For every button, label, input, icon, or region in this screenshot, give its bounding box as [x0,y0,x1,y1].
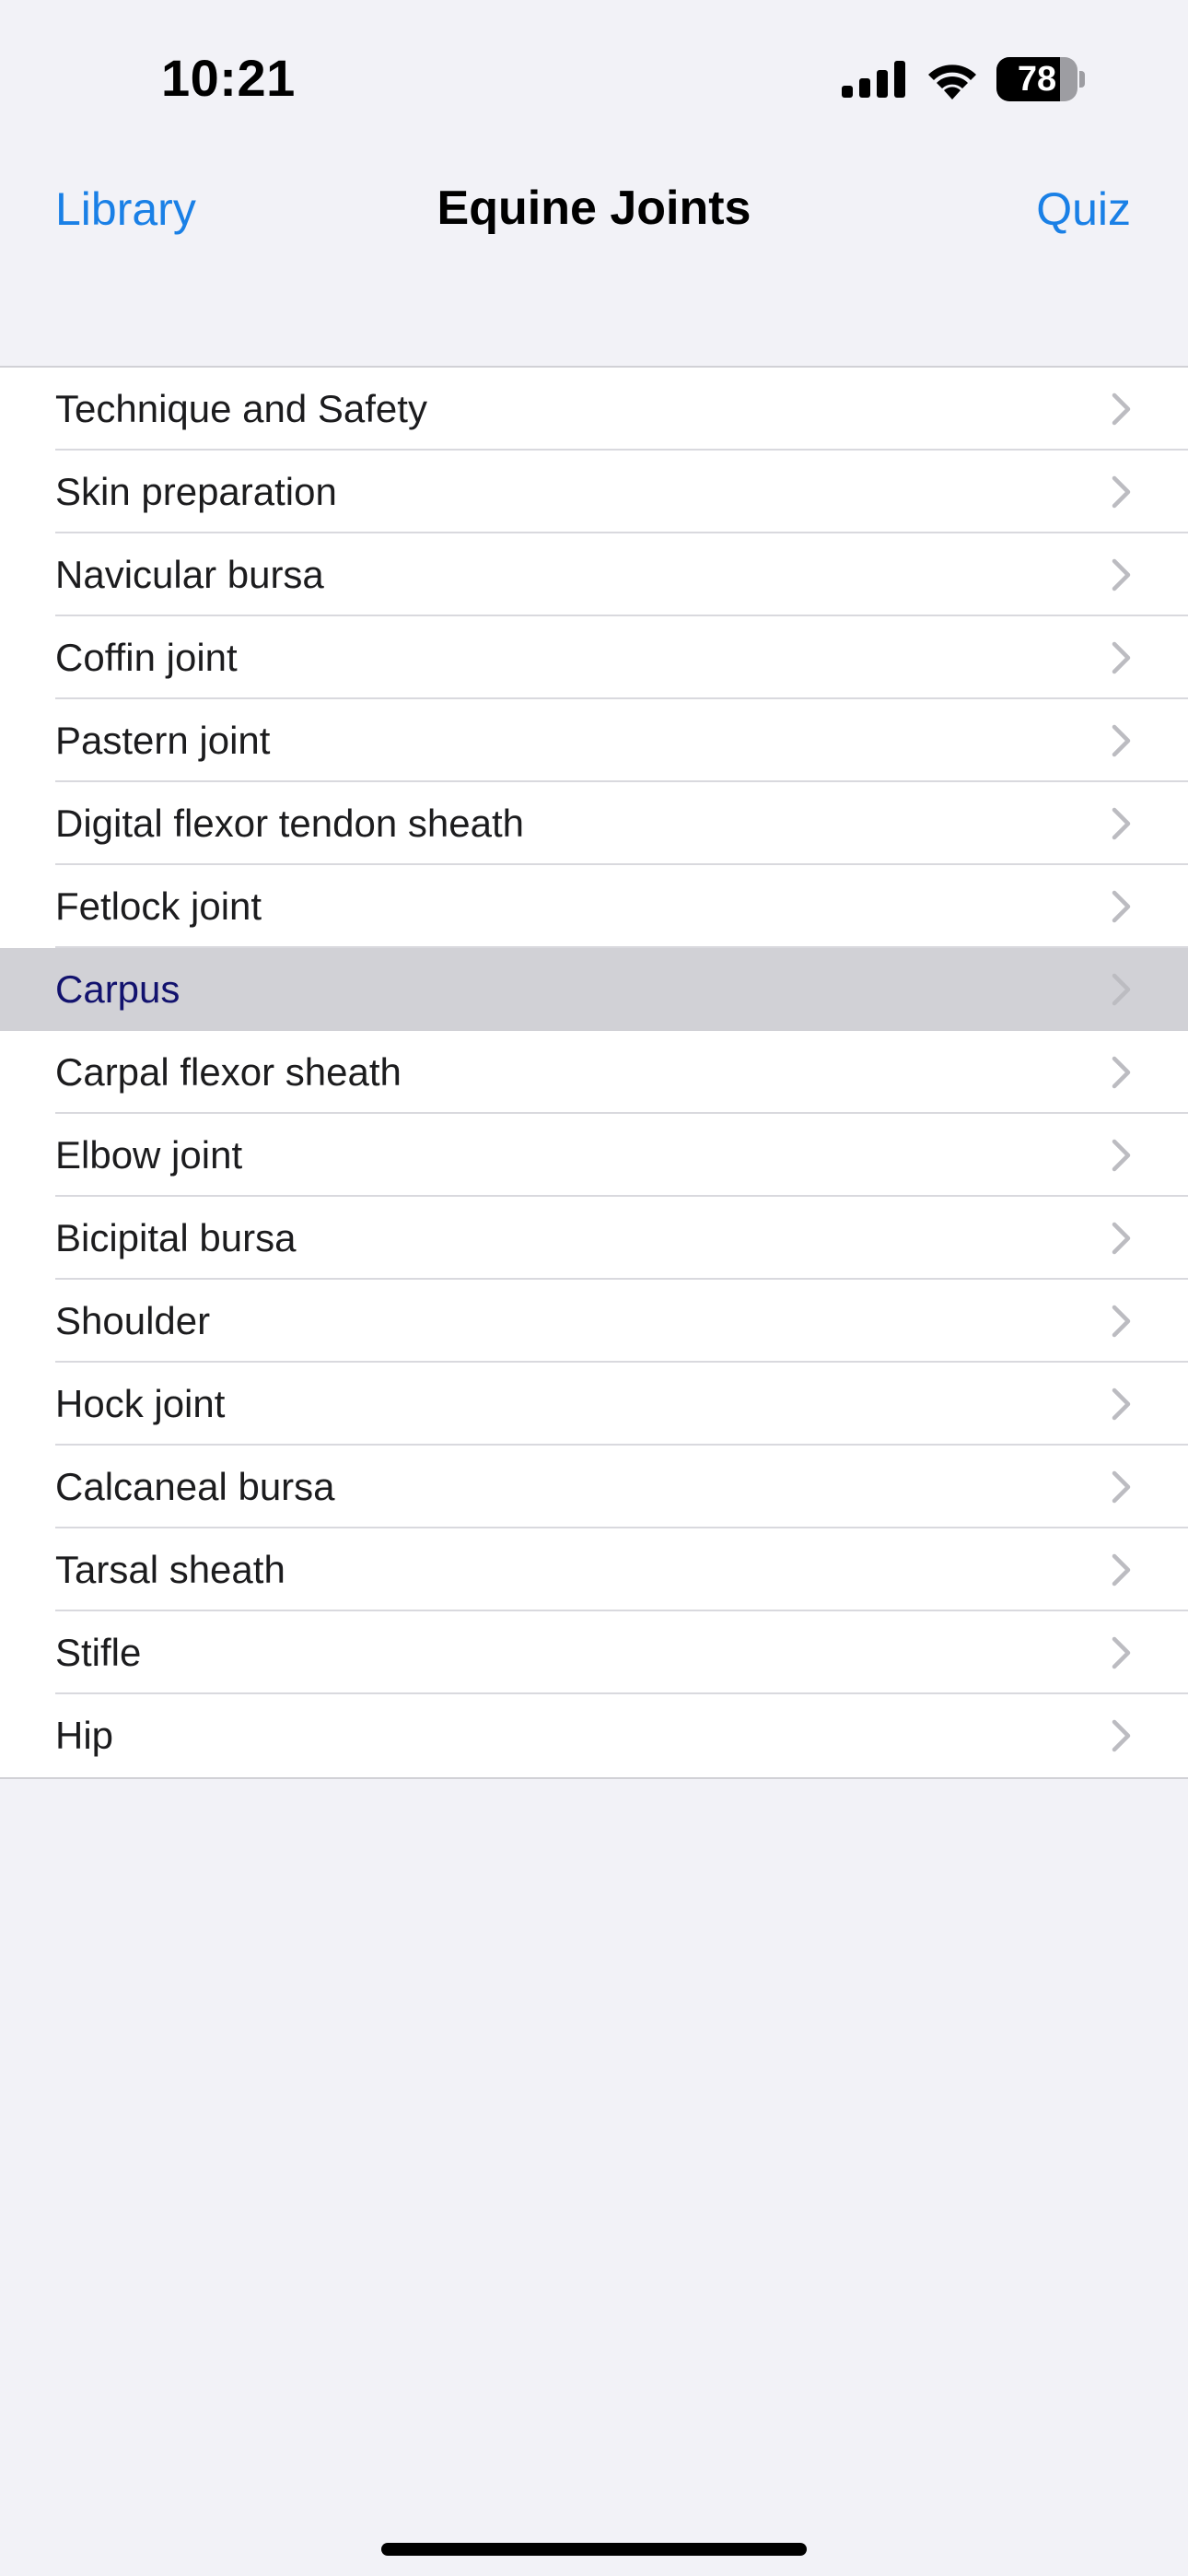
list-item[interactable]: Hip [0,1694,1188,1777]
list-item-label: Carpal flexor sheath [55,1050,402,1094]
list-item-label: Shoulder [55,1299,211,1342]
chevron-right-icon [1112,807,1131,840]
list-item[interactable]: Hock joint [0,1363,1188,1446]
status-bar: 10:21 78 [0,0,1188,161]
list-item-label: Bicipital bursa [55,1216,297,1259]
list-item[interactable]: Navicular bursa [0,533,1188,616]
status-time: 10:21 [161,49,296,107]
list-item[interactable]: Elbow joint [0,1114,1188,1197]
list-item-label: Fetlock joint [55,884,262,928]
list-item-label: Hip [55,1714,114,1757]
list-item[interactable]: Carpus [0,948,1188,1031]
joint-list: Technique and Safety Skin preparation Navi… [0,366,1188,1779]
list-item[interactable]: Digital flexor tendon sheath [0,782,1188,865]
chevron-right-icon [1112,1222,1131,1255]
list-item[interactable]: Coffin joint [0,616,1188,699]
battery-level: 78 [1017,60,1057,99]
chevron-right-icon [1112,1636,1131,1669]
chevron-right-icon [1112,1719,1131,1752]
chevron-right-icon [1112,973,1131,1006]
page-title: Equine Joints [437,181,751,235]
list-item-label: Technique and Safety [55,387,427,430]
list-item[interactable]: Pastern joint [0,699,1188,782]
chevron-right-icon [1112,1139,1131,1172]
chevron-right-icon [1112,724,1131,757]
list-item[interactable]: Calcaneal bursa [0,1446,1188,1528]
list-item[interactable]: Stifle [0,1611,1188,1694]
list-item-label: Coffin joint [55,636,238,679]
list-item[interactable]: Fetlock joint [0,865,1188,948]
navigation-bar: Library Equine Joints Quiz [0,166,1188,258]
wifi-icon [928,64,976,100]
chevron-right-icon [1112,1305,1131,1338]
quiz-button[interactable]: Quiz [1036,182,1131,236]
list-item-label: Stifle [55,1631,142,1674]
battery-icon: 78 [996,57,1085,101]
list-item[interactable]: Tarsal sheath [0,1528,1188,1611]
chevron-right-icon [1112,558,1131,591]
list-item[interactable]: Skin preparation [0,451,1188,533]
chevron-right-icon [1112,641,1131,674]
list-item-label: Carpus [55,967,181,1011]
list-item-label: Pastern joint [55,719,271,762]
list-item[interactable]: Bicipital bursa [0,1197,1188,1280]
home-indicator[interactable] [381,2543,807,2556]
list-item[interactable]: Technique and Safety [0,368,1188,451]
chevron-right-icon [1112,1056,1131,1089]
chevron-right-icon [1112,890,1131,923]
chevron-right-icon [1112,392,1131,426]
chevron-right-icon [1112,1553,1131,1587]
list-item[interactable]: Carpal flexor sheath [0,1031,1188,1114]
list-item-label: Tarsal sheath [55,1548,285,1591]
list-item-label: Skin preparation [55,470,337,513]
list-item-label: Hock joint [55,1382,226,1425]
chevron-right-icon [1112,1388,1131,1421]
list-item-label: Digital flexor tendon sheath [55,802,524,845]
chevron-right-icon [1112,475,1131,509]
list-item-label: Calcaneal bursa [55,1465,335,1508]
cellular-signal-icon [842,61,905,98]
chevron-right-icon [1112,1470,1131,1504]
list-item[interactable]: Shoulder [0,1280,1188,1363]
list-item-label: Navicular bursa [55,553,324,596]
list-item-label: Elbow joint [55,1133,243,1177]
